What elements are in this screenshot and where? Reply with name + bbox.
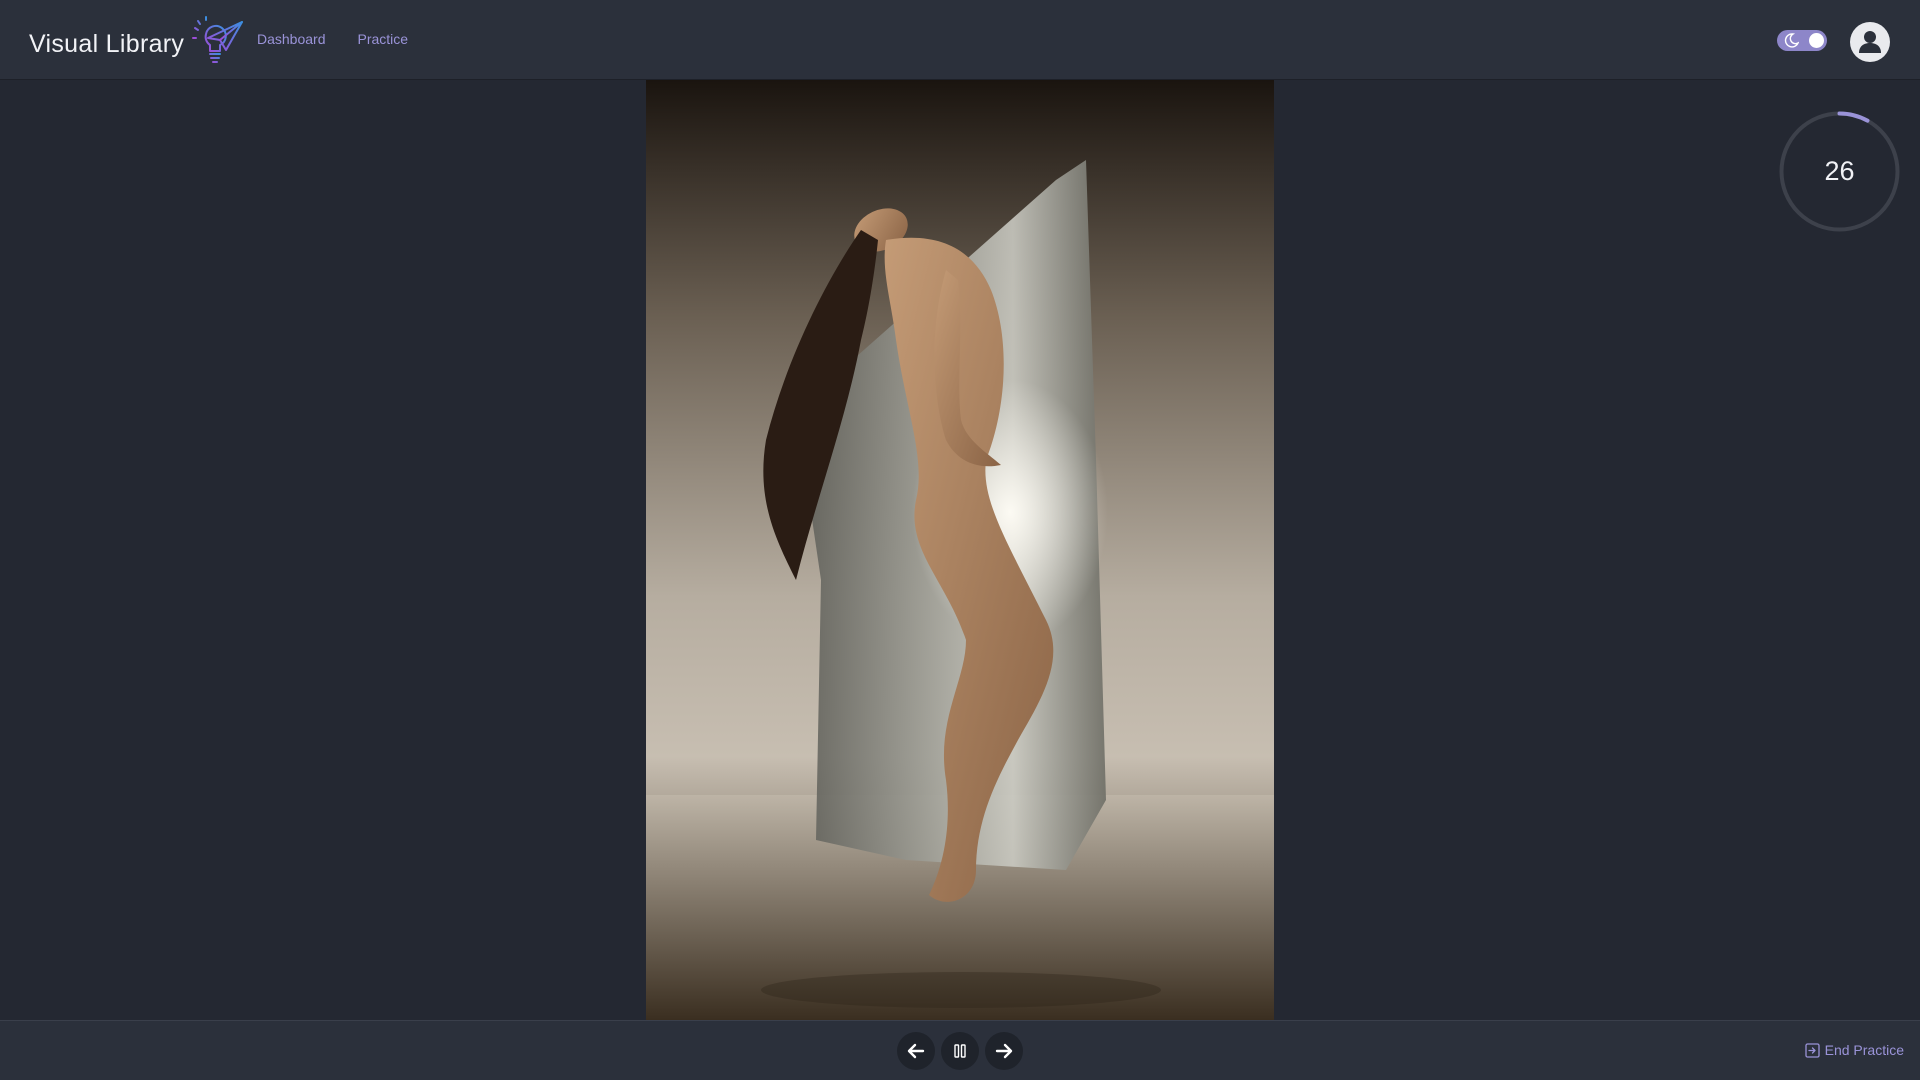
countdown-timer: 26	[1777, 109, 1902, 234]
top-navbar: Visual Library Dashboard Practice	[0, 0, 1920, 80]
exit-icon	[1804, 1042, 1820, 1058]
lightbulb-paper-plane-logo-icon	[192, 16, 244, 63]
theme-toggle[interactable]	[1777, 30, 1827, 51]
arrow-right-icon	[995, 1043, 1013, 1059]
user-avatar-icon	[1859, 31, 1881, 53]
previous-image-button[interactable]	[897, 1032, 935, 1070]
app-title: Visual Library	[29, 29, 185, 58]
main-nav: Dashboard Practice	[257, 31, 408, 47]
nav-dashboard-link[interactable]: Dashboard	[257, 31, 326, 47]
timer-value: 26	[1824, 156, 1855, 186]
pause-icon	[954, 1044, 966, 1058]
user-avatar-button[interactable]	[1850, 22, 1890, 62]
practice-reference-image	[646, 80, 1274, 1020]
arrow-left-icon	[907, 1043, 925, 1059]
reference-photo	[646, 80, 1274, 1020]
pause-button[interactable]	[941, 1032, 979, 1070]
end-practice-button[interactable]: End Practice	[1804, 1042, 1904, 1058]
nav-practice-link[interactable]: Practice	[358, 31, 409, 47]
end-practice-label: End Practice	[1824, 1042, 1904, 1058]
toggle-knob	[1809, 33, 1824, 48]
brand[interactable]: Visual Library	[29, 16, 244, 66]
moon-icon	[1784, 33, 1799, 48]
next-image-button[interactable]	[985, 1032, 1023, 1070]
practice-controls-bar: End Practice	[0, 1020, 1920, 1080]
